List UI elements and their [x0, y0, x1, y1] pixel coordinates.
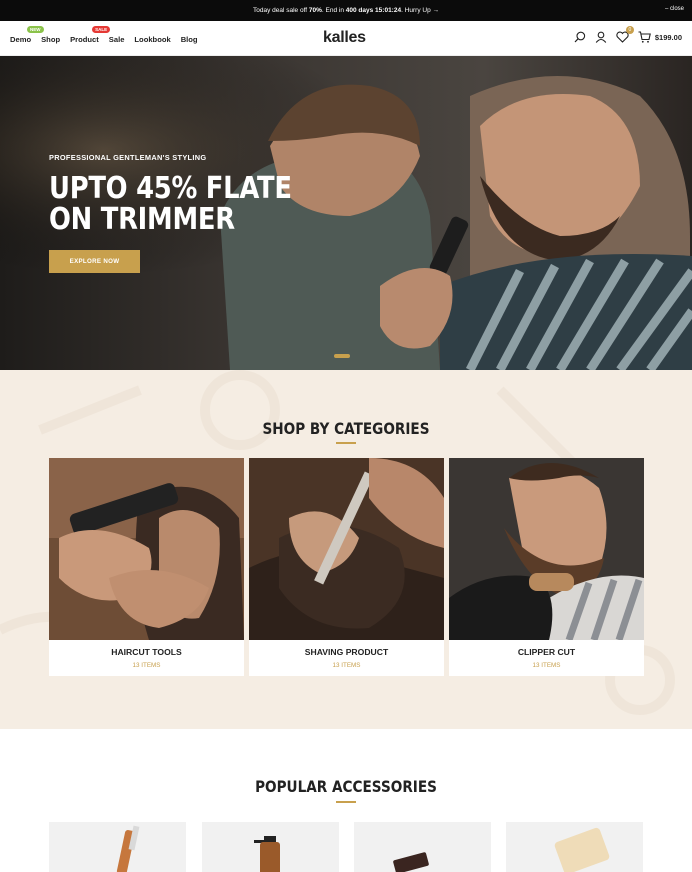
announcement-countdown: 400 days 15:01:24 [345, 7, 402, 14]
header-actions: 0 $199.00 [574, 26, 682, 43]
category-name[interactable]: CLIPPER CUT [449, 647, 644, 657]
product-image [116, 825, 140, 872]
product-card[interactable] [202, 822, 339, 872]
user-icon[interactable] [595, 31, 607, 43]
nav-item-shop[interactable]: Shop [41, 35, 60, 44]
nav-item-label: Blog [180, 35, 198, 44]
category-image [49, 458, 244, 640]
category-card-clipper-cut[interactable]: CLIPPER CUT 13 ITEMS [449, 458, 644, 676]
title-underline [336, 442, 356, 444]
announcement-bar: Today deal sale off 70% . End in 400 day… [0, 0, 692, 21]
search-icon[interactable] [574, 31, 586, 43]
hero-kicker: PROFESSIONAL GENTLEMAN'S STYLING [49, 153, 207, 162]
nav-item-sale[interactable]: Sale [109, 35, 125, 44]
cart-total: $199.00 [654, 32, 682, 42]
product-card[interactable] [506, 822, 643, 872]
wishlist-count: 0 [625, 26, 634, 34]
cart-button[interactable]: $199.00 [638, 31, 682, 43]
nav-item-blog[interactable]: Blog [181, 35, 198, 44]
announcement-close-button[interactable]: – close [665, 6, 684, 12]
hero-title-line2: ON TRIMMER [49, 202, 235, 237]
categories-section: SHOP BY CATEGORIES HAIRCUT TOOLS 13 ITEM… [0, 370, 692, 729]
slider-dots [334, 354, 350, 358]
nav-item-demo[interactable]: Demo NEW [10, 26, 44, 44]
announcement-percent: 70% [308, 7, 322, 14]
category-card-haircut-tools[interactable]: HAIRCUT TOOLS 13 ITEMS [49, 458, 244, 676]
title-underline [336, 801, 356, 803]
nav-item-product[interactable]: Product SALE [70, 26, 111, 44]
accessories-title: POPULAR ACCESSORIES [255, 777, 437, 796]
site-logo[interactable]: kalles [323, 29, 366, 47]
announcement-middle: . End in [321, 7, 344, 14]
announcement-suffix[interactable]: . Hurry Up → [401, 7, 439, 14]
main-nav: Demo NEW Shop Product SALE Sale Lookbook… [10, 26, 198, 44]
categories-title: SHOP BY CATEGORIES [262, 419, 430, 438]
product-image [393, 852, 429, 872]
accessories-section: POPULAR ACCESSORIES [0, 729, 692, 872]
product-card[interactable] [354, 822, 491, 872]
category-count: 13 ITEMS [132, 662, 161, 669]
explore-now-button[interactable]: EXPLORE NOW [49, 250, 140, 273]
category-count: 13 ITEMS [532, 662, 561, 669]
product-image [554, 827, 610, 872]
nav-item-label: Demo [10, 35, 32, 44]
nav-item-label: Lookbook [134, 35, 171, 44]
hero-banner: PROFESSIONAL GENTLEMAN'S STYLING UPTO 45… [0, 56, 692, 370]
new-badge: NEW [27, 26, 44, 33]
nav-item-label: Shop [41, 35, 61, 44]
nav-item-label: Sale [108, 35, 125, 44]
category-name[interactable]: HAIRCUT TOOLS [49, 647, 244, 657]
category-card-shaving-product[interactable]: SHAVING PRODUCT 13 ITEMS [249, 458, 444, 676]
product-image [254, 836, 280, 872]
category-count: 13 ITEMS [332, 662, 361, 669]
product-card[interactable] [49, 822, 186, 872]
cart-icon [638, 31, 651, 43]
announcement-prefix: Today deal sale off [253, 7, 308, 14]
nav-item-label: Product [70, 35, 99, 44]
category-name[interactable]: SHAVING PRODUCT [249, 647, 444, 657]
category-image [449, 458, 644, 640]
site-header: Demo NEW Shop Product SALE Sale Lookbook… [0, 21, 692, 56]
sale-badge: SALE [92, 26, 111, 33]
hero-title-line1: UPTO 45% FLATE [49, 171, 292, 206]
wishlist-button[interactable]: 0 [616, 26, 634, 43]
hero-title: UPTO 45% FLATE ON TRIMMER [49, 173, 292, 235]
category-image [249, 458, 444, 640]
slider-dot-active[interactable] [334, 354, 350, 358]
nav-item-lookbook[interactable]: Lookbook [134, 35, 170, 44]
